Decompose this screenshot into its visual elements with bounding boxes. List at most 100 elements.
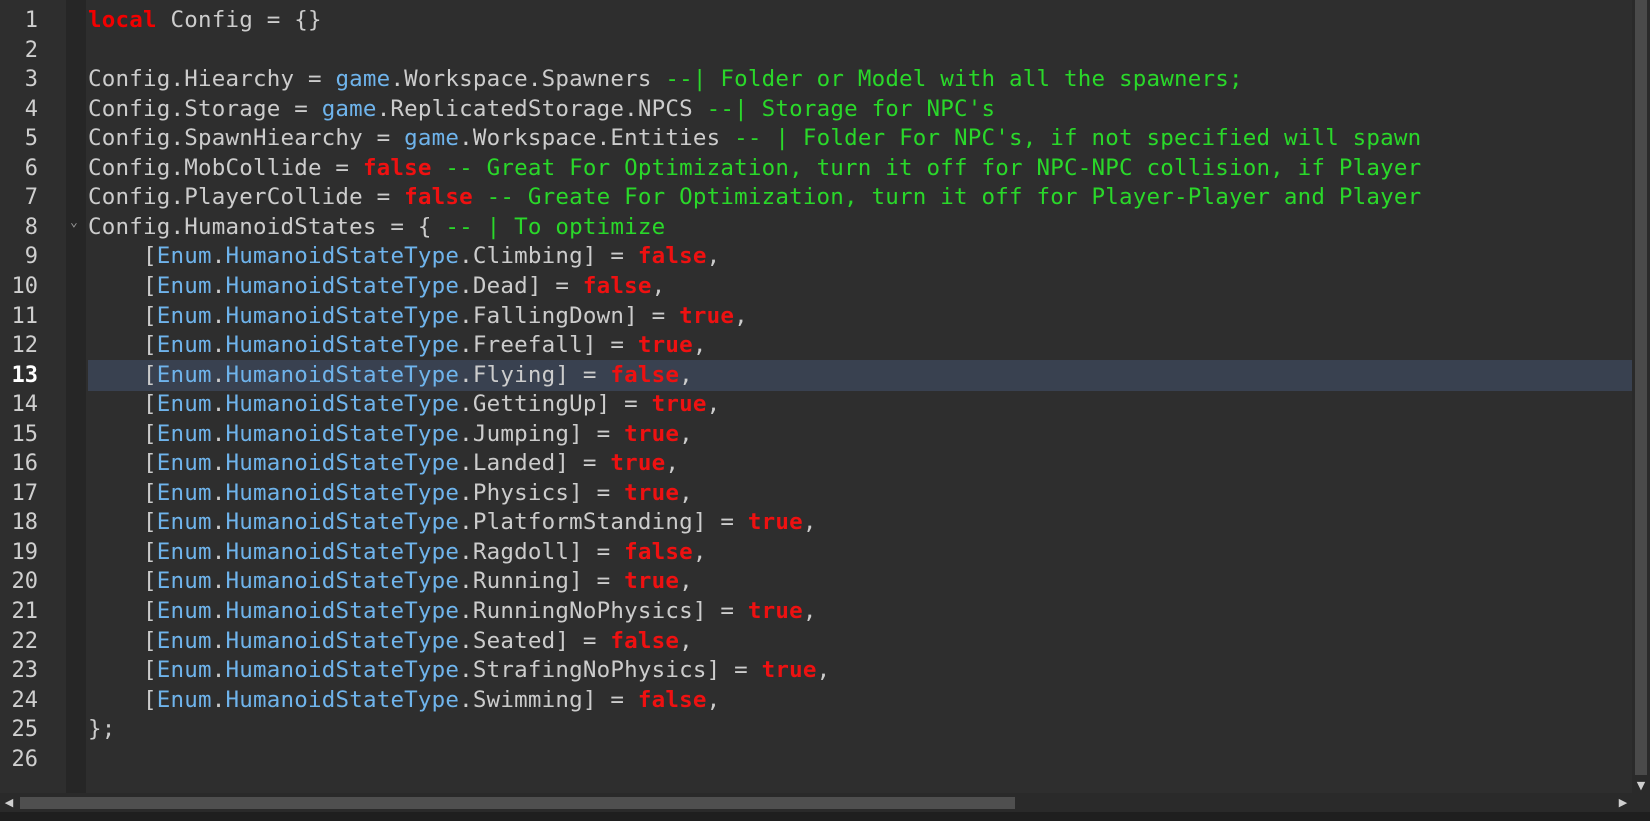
line-number: 17: [11, 480, 39, 506]
code-token: game: [335, 66, 391, 93]
code-token: Enum: [156, 509, 212, 536]
code-token: local: [88, 7, 157, 33]
code-line[interactable]: Config.Hiearchy = game.Workspace.Spawner…: [88, 64, 1243, 95]
code-line[interactable]: [Enum.HumanoidStateType.GettingUp] = tru…: [88, 389, 720, 420]
code-editor[interactable]: 1 2 3 4 5 6 7 8 9 10 11 12 13 14 15 16 17 18 19 20 21 22 23 24 2…: [0, 0, 1650, 821]
line-number: 6: [24, 155, 38, 181]
code-token: HumanoidStateType: [225, 302, 460, 329]
code-line[interactable]: Config.SpawnHiearchy = game.Workspace.En…: [88, 123, 1421, 154]
code-line[interactable]: [Enum.HumanoidStateType.Landed] = true,: [88, 448, 679, 479]
code-token: .: [211, 302, 226, 329]
code-line[interactable]: [Enum.HumanoidStateType.Ragdoll] = false…: [88, 537, 707, 568]
horizontal-scroll-thumb[interactable]: [20, 797, 1015, 809]
code-token: .Climbing] =: [459, 243, 638, 270]
code-line[interactable]: [Enum.HumanoidStateType.Swimming] = fals…: [88, 685, 720, 716]
code-token: .Workspace.Spawners: [390, 66, 666, 93]
code-line[interactable]: [Enum.HumanoidStateType.RunningNoPhysics…: [88, 596, 817, 627]
code-token: true: [747, 509, 803, 536]
code-token: ,: [706, 391, 721, 418]
code-line[interactable]: Config.HumanoidStates = { -- | To optimi…: [88, 212, 665, 243]
code-token: .: [211, 686, 226, 713]
code-token: ,: [734, 302, 748, 329]
code-area[interactable]: local Config = {} Config.Hiearchy = game.…: [86, 0, 1632, 793]
code-token: .RunningNoPhysics] =: [459, 598, 748, 624]
code-token: true: [637, 332, 693, 359]
code-token: HumanoidStateType: [225, 272, 460, 299]
code-token: true: [610, 450, 666, 477]
line-number: 23: [11, 658, 39, 684]
code-token: ,: [679, 627, 693, 654]
code-line[interactable]: };: [88, 714, 116, 745]
code-line[interactable]: [Enum.HumanoidStateType.Running] = true,: [88, 566, 693, 597]
code-token: [: [88, 332, 157, 359]
code-token: Config = {}: [156, 7, 322, 33]
code-token: .: [211, 243, 226, 270]
scroll-right-arrow-icon[interactable]: ▶: [1614, 793, 1632, 812]
code-line[interactable]: Config.PlayerCollide = false -- Greate F…: [88, 182, 1421, 213]
code-token: .GettingUp] =: [459, 391, 652, 418]
code-token: [: [88, 420, 157, 447]
code-token: Enum: [156, 686, 212, 713]
code-token: ,: [802, 509, 817, 536]
fold-margin: [66, 0, 86, 793]
code-line[interactable]: [Enum.HumanoidStateType.Flying] = false,: [88, 360, 693, 391]
code-line[interactable]: [Enum.HumanoidStateType.Seated] = false,: [88, 626, 693, 657]
line-number: 11: [11, 303, 39, 329]
code-token: Enum: [156, 302, 212, 329]
code-line[interactable]: Config.Storage = game.ReplicatedStorage.…: [88, 94, 995, 125]
code-token: ,: [816, 657, 831, 684]
vertical-scroll-thumb[interactable]: [1635, 0, 1647, 775]
line-number: 9: [24, 244, 38, 270]
code-token: .: [211, 568, 226, 595]
line-number: 24: [11, 687, 39, 713]
scroll-down-arrow-icon[interactable]: ▼: [1632, 778, 1650, 793]
line-number: 26: [11, 746, 39, 772]
code-token: Enum: [156, 391, 212, 418]
code-token: HumanoidStateType: [225, 627, 460, 654]
code-token: Config.Storage =: [88, 95, 322, 122]
code-token: -- Greate For Optimization, turn it off …: [472, 184, 1422, 211]
code-token: ,: [665, 450, 680, 477]
code-token: ,: [679, 420, 693, 447]
scroll-left-arrow-icon[interactable]: ◀: [0, 793, 18, 812]
line-number: 13: [11, 362, 39, 388]
code-token: HumanoidStateType: [225, 657, 460, 684]
code-token: HumanoidStateType: [225, 361, 460, 388]
code-token: ,: [679, 361, 693, 388]
line-number-gutter: 1 2 3 4 5 6 7 8 9 10 11 12 13 14 15 16 17 18 19 20 21 22 23 24 2…: [0, 0, 66, 793]
fold-chevron-icon[interactable]: ⌄: [70, 207, 78, 238]
code-token: [: [88, 538, 157, 565]
line-number: 4: [24, 96, 38, 122]
code-token: ,: [706, 243, 721, 270]
code-token: HumanoidStateType: [225, 243, 460, 270]
line-number: 16: [11, 451, 39, 477]
code-line[interactable]: [Enum.HumanoidStateType.Physics] = true,: [88, 478, 693, 509]
code-line[interactable]: Config.MobCollide = false -- Great For O…: [88, 153, 1421, 184]
line-number: 5: [24, 126, 38, 152]
code-token: true: [624, 479, 680, 506]
line-number: 14: [11, 392, 39, 418]
vertical-scrollbar[interactable]: [1632, 0, 1650, 793]
line-number: 21: [11, 599, 39, 624]
code-line[interactable]: [Enum.HumanoidStateType.Climbing] = fals…: [88, 241, 720, 272]
code-line[interactable]: [Enum.HumanoidStateType.PlatformStanding…: [88, 507, 817, 538]
code-token: [: [88, 657, 157, 684]
code-line[interactable]: [Enum.HumanoidStateType.Freefall] = true…: [88, 330, 707, 361]
code-token: ,: [692, 538, 707, 565]
line-number: 3: [24, 67, 38, 93]
code-token: Enum: [156, 627, 212, 654]
code-line[interactable]: [Enum.HumanoidStateType.Jumping] = true,: [88, 419, 693, 450]
code-token: false: [404, 184, 473, 211]
code-token: true: [624, 420, 680, 447]
code-line[interactable]: [Enum.HumanoidStateType.Dead] = false,: [88, 271, 665, 302]
status-bar: [0, 812, 1650, 821]
code-token: [: [88, 627, 157, 654]
code-token: .ReplicatedStorage.NPCS: [376, 95, 707, 122]
line-number: 25: [11, 717, 39, 743]
code-line[interactable]: [Enum.HumanoidStateType.FallingDown] = t…: [88, 301, 748, 332]
code-token: HumanoidStateType: [225, 568, 460, 595]
code-line[interactable]: [Enum.HumanoidStateType.StrafingNoPhysic…: [88, 655, 830, 686]
code-token: [: [88, 479, 157, 506]
code-line[interactable]: local Config = {}: [88, 5, 322, 36]
horizontal-scrollbar[interactable]: [0, 793, 1632, 812]
